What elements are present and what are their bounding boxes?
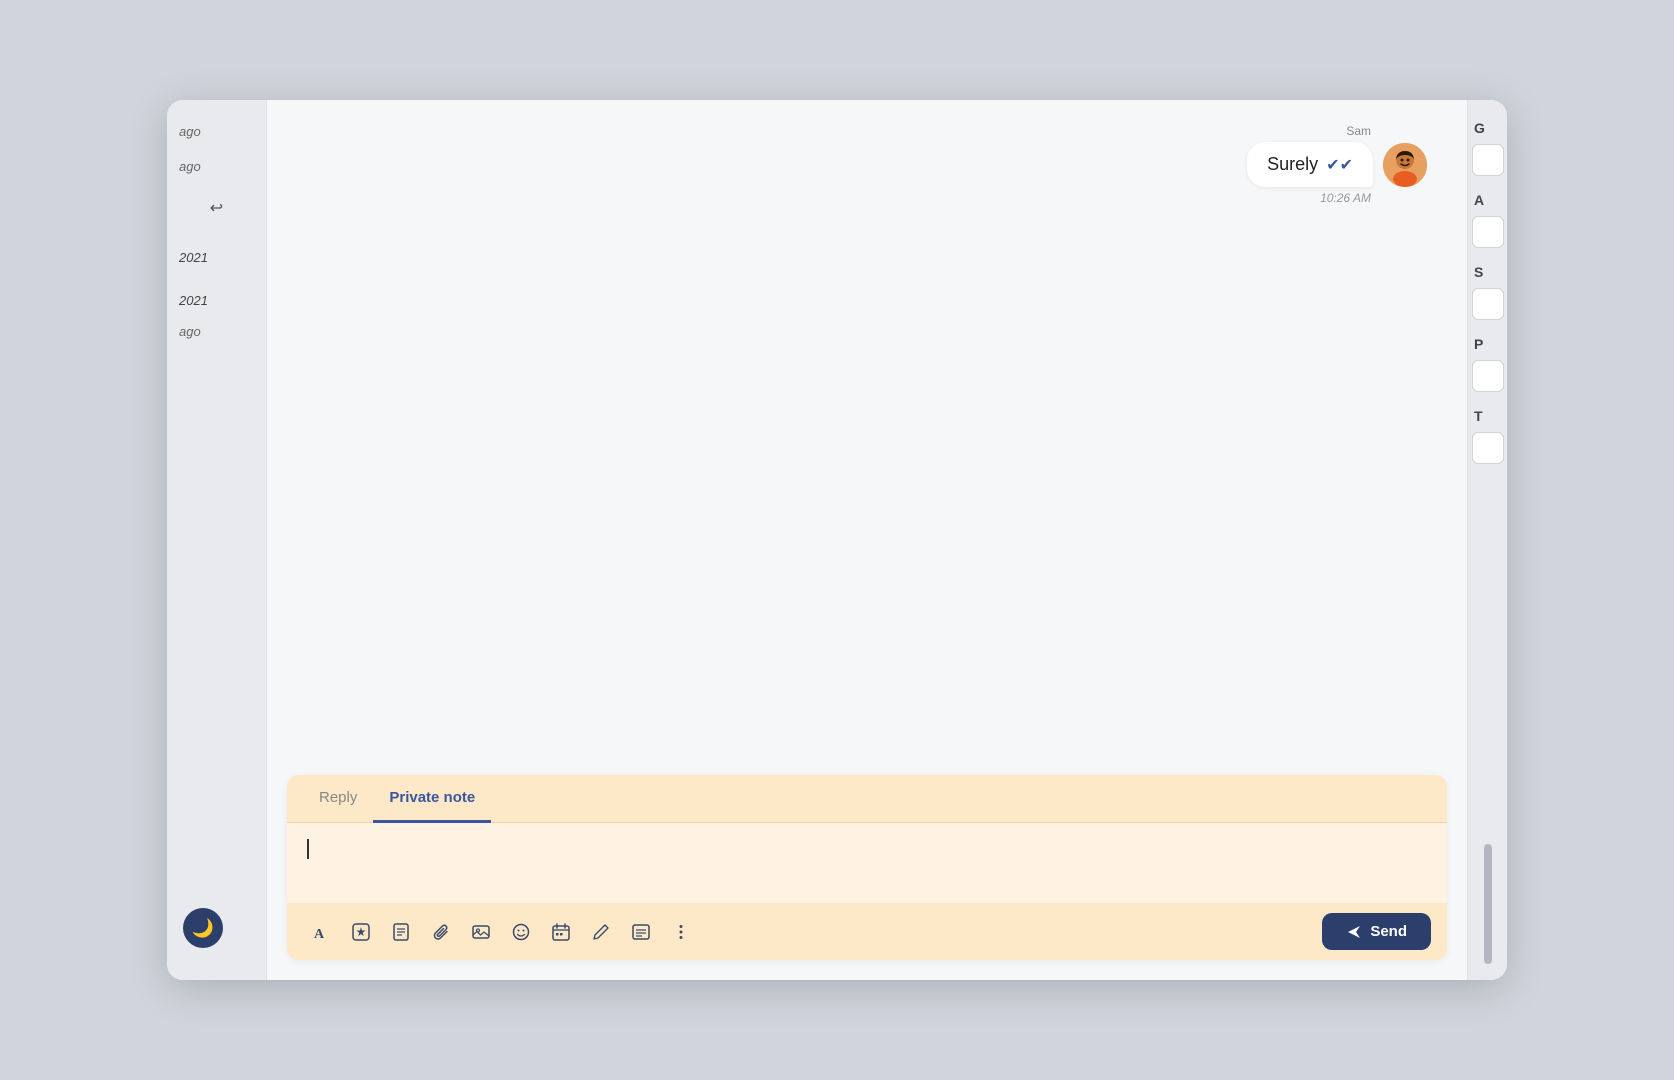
sidebar-year-1: 2021 (167, 242, 266, 273)
text-cursor (307, 839, 309, 859)
right-panel-section-p: P (1472, 332, 1503, 356)
right-panel: G A S P T (1467, 100, 1507, 980)
right-panel-section-g: G (1472, 116, 1503, 140)
back-icon: ↩ (210, 198, 223, 218)
image-svg (471, 922, 491, 942)
ai-assist-icon[interactable] (343, 914, 379, 950)
send-button[interactable]: Send (1322, 913, 1431, 950)
right-panel-section-a: A (1472, 188, 1503, 212)
more-options-svg (671, 922, 691, 942)
right-panel-box-2[interactable] (1472, 216, 1504, 248)
list-svg (631, 922, 651, 942)
calendar-svg (551, 922, 571, 942)
knowledge-base-svg (391, 922, 411, 942)
tab-reply[interactable]: Reply (303, 775, 373, 823)
list-icon[interactable] (623, 914, 659, 950)
sidebar-time-2: ago (167, 151, 266, 182)
main-chat: Sam Surely ✔✔ (267, 100, 1467, 980)
app-container: ago ago ↩ 2021 2021 ago 🌙 Sam Surely ✔✔ (167, 100, 1507, 980)
emoji-icon[interactable] (503, 914, 539, 950)
right-scrollbar[interactable] (1484, 844, 1492, 964)
image-icon[interactable] (463, 914, 499, 950)
text-format-icon[interactable]: A (303, 914, 339, 950)
edit-svg (591, 922, 611, 942)
sidebar-year-2: 2021 (167, 285, 266, 316)
ai-assist-svg (351, 922, 371, 942)
emoji-svg (511, 922, 531, 942)
svg-text:A: A (314, 927, 325, 942)
dark-mode-button[interactable]: 🌙 (183, 908, 223, 948)
compose-tabs: Reply Private note (287, 775, 1447, 823)
double-check-icon: ✔✔ (1326, 155, 1353, 175)
message-time: 10:26 AM (1320, 191, 1427, 205)
avatar-svg (1383, 143, 1427, 187)
right-panel-box-1[interactable] (1472, 144, 1504, 176)
sidebar-time-3: ago (167, 316, 266, 347)
sidebar-time-1: ago (167, 116, 266, 147)
message-text: Surely (1267, 154, 1318, 175)
message-outgoing: Sam Surely ✔✔ (307, 124, 1427, 205)
edit-icon[interactable] (583, 914, 619, 950)
message-bubble: Surely ✔✔ (1247, 142, 1373, 187)
right-panel-box-4[interactable] (1472, 360, 1504, 392)
back-button[interactable]: ↩ (199, 190, 235, 226)
send-label: Send (1370, 923, 1407, 940)
attachment-svg (431, 922, 451, 942)
right-panel-section-s: S (1472, 260, 1503, 284)
tab-private-note[interactable]: Private note (373, 775, 491, 823)
right-panel-box-5[interactable] (1472, 432, 1504, 464)
message-bubble-row: Surely ✔✔ (1247, 142, 1427, 187)
avatar (1383, 143, 1427, 187)
compose-toolbar: A (287, 903, 1447, 960)
message-sender: Sam (1346, 124, 1427, 138)
attachment-icon[interactable] (423, 914, 459, 950)
send-icon (1346, 924, 1362, 940)
text-format-svg: A (311, 922, 331, 942)
compose-input-area[interactable] (287, 823, 1447, 903)
compose-area: Reply Private note A (287, 775, 1447, 960)
avatar-image (1383, 143, 1427, 187)
calendar-icon[interactable] (543, 914, 579, 950)
right-panel-section-t: T (1472, 404, 1503, 428)
moon-icon: 🌙 (192, 918, 214, 939)
left-sidebar: ago ago ↩ 2021 2021 ago 🌙 (167, 100, 267, 980)
right-panel-box-3[interactable] (1472, 288, 1504, 320)
knowledge-base-icon[interactable] (383, 914, 419, 950)
more-options-icon[interactable] (663, 914, 699, 950)
chat-messages: Sam Surely ✔✔ (267, 100, 1467, 775)
